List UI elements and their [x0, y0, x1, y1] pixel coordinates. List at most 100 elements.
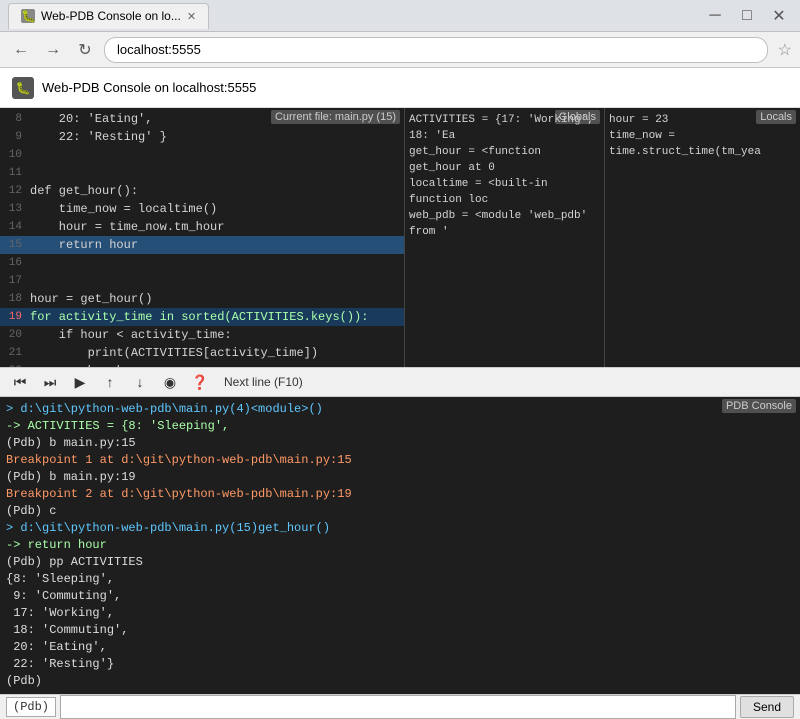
refresh-button[interactable]: ↻: [72, 37, 98, 63]
line-number: 13: [2, 200, 30, 218]
step-out-button[interactable]: ↑: [96, 368, 124, 396]
globals-line: localtime = <built-in function loc: [409, 176, 600, 208]
app-header: 🐛 Web-PDB Console on localhost:5555: [0, 68, 800, 108]
globals-line: web_pdb = <module 'web_pdb' from ': [409, 208, 600, 240]
console-line: Breakpoint 2 at d:\git\python-web-pdb\ma…: [6, 486, 794, 503]
app-icon: 🐛: [12, 77, 34, 99]
line-text: break: [30, 362, 402, 367]
console-line: (Pdb): [6, 673, 794, 690]
browser-titlebar: 🐛 Web-PDB Console on lo... ✕ ─ □ ✕: [0, 0, 800, 32]
code-line: 20 if hour < activity_time:: [0, 326, 404, 344]
console-line: Breakpoint 1 at d:\git\python-web-pdb\ma…: [6, 452, 794, 469]
app-title: Web-PDB Console on localhost:5555: [42, 80, 256, 95]
console-line: (Pdb) b main.py:19: [6, 469, 794, 486]
pdb-prompt-label: (Pdb): [6, 697, 56, 717]
line-text: def get_hour():: [30, 182, 402, 200]
locals-panel[interactable]: Locals hour = 23time_now = time.struct_t…: [605, 108, 800, 367]
code-line: 10: [0, 146, 404, 164]
code-panels-row: Current file: main.py (15) 8 20: 'Eating…: [0, 108, 800, 368]
tab-close-icon[interactable]: ✕: [187, 10, 196, 23]
console-line: (Pdb) b main.py:15: [6, 435, 794, 452]
line-text: if hour < activity_time:: [30, 326, 402, 344]
line-number: 21: [2, 344, 30, 362]
line-number: 9: [2, 128, 30, 146]
step-first-button[interactable]: ⏮: [6, 368, 34, 396]
close-button[interactable]: ✕: [766, 3, 792, 29]
send-button[interactable]: Send: [740, 696, 794, 718]
code-line: 16: [0, 254, 404, 272]
code-line: 17: [0, 272, 404, 290]
line-number: 8: [2, 110, 30, 128]
locals-label: Locals: [756, 110, 796, 124]
back-button[interactable]: ←: [8, 37, 34, 63]
code-line: 13 time_now = localtime(): [0, 200, 404, 218]
help-button[interactable]: ❓: [186, 368, 214, 396]
line-number: 12: [2, 182, 30, 200]
browser-controls: ← → ↻ ☆: [0, 32, 800, 68]
line-text: time_now = localtime(): [30, 200, 402, 218]
tab-favicon: 🐛: [21, 9, 35, 23]
tab-title: Web-PDB Console on lo...: [41, 9, 181, 23]
line-number: 20: [2, 326, 30, 344]
forward-button[interactable]: →: [40, 37, 66, 63]
address-bar[interactable]: [104, 37, 768, 63]
console-label: PDB Console: [722, 399, 796, 413]
code-line: 18hour = get_hour(): [0, 290, 404, 308]
line-text: print(ACTIVITIES[activity_time]): [30, 344, 402, 362]
code-line: 22 break: [0, 362, 404, 367]
console-line: > d:\git\python-web-pdb\main.py(15)get_h…: [6, 520, 794, 537]
line-text: return hour: [30, 236, 402, 254]
code-line: 9 22: 'Resting' }: [0, 128, 404, 146]
pdb-console-area: PDB Console > d:\git\python-web-pdb\main…: [0, 397, 800, 694]
maximize-button[interactable]: □: [734, 3, 760, 29]
console-line: 9: 'Commuting',: [6, 588, 794, 605]
step-button[interactable]: ⏭: [36, 368, 64, 396]
console-line: {8: 'Sleeping',: [6, 571, 794, 588]
panels-area: Current file: main.py (15) 8 20: 'Eating…: [0, 108, 800, 620]
console-line: 17: 'Working',: [6, 605, 794, 622]
globals-label: Globals: [555, 110, 600, 124]
toolbar: ⏮ ⏭ ▶ ↑ ↓ ◉ ❓ Next line (F10): [0, 368, 800, 397]
console-line: 22: 'Resting'}: [6, 656, 794, 673]
console-line: (Pdb) c: [6, 503, 794, 520]
console-line: -> ACTIVITIES = {8: 'Sleeping',: [6, 418, 794, 435]
line-number: 16: [2, 254, 30, 272]
console-line: 18: 'Commuting',: [6, 622, 794, 639]
console-input-bar: (Pdb) Send: [0, 694, 800, 719]
globals-line: get_hour = <function get_hour at 0: [409, 144, 600, 176]
line-text: hour = get_hour(): [30, 290, 402, 308]
main-content: Current file: main.py (15) 8 20: 'Eating…: [0, 108, 800, 620]
globals-content: ACTIVITIES = {17: 'Working', 18: 'Eaget_…: [405, 108, 604, 244]
code-line: 14 hour = time_now.tm_hour: [0, 218, 404, 236]
console-line: -> return hour: [6, 537, 794, 554]
browser-tab[interactable]: 🐛 Web-PDB Console on lo... ✕: [8, 3, 209, 29]
line-text: [30, 272, 402, 290]
globals-panel[interactable]: Globals ACTIVITIES = {17: 'Working', 18:…: [405, 108, 605, 367]
continue-button[interactable]: ▶: [66, 368, 94, 396]
console-input[interactable]: [60, 695, 736, 719]
code-editor-panel[interactable]: Current file: main.py (15) 8 20: 'Eating…: [0, 108, 405, 367]
line-number: 19: [2, 308, 30, 326]
console-output: > d:\git\python-web-pdb\main.py(4)<modul…: [0, 397, 800, 694]
console-line: > d:\git\python-web-pdb\main.py(4)<modul…: [6, 401, 794, 418]
code-line: 15 return hour: [0, 236, 404, 254]
line-text: [30, 146, 402, 164]
line-text: [30, 254, 402, 272]
line-number: 14: [2, 218, 30, 236]
line-number: 22: [2, 362, 30, 367]
line-text: 22: 'Resting' }: [30, 128, 402, 146]
locals-line: time_now = time.struct_time(tm_yea: [609, 128, 796, 160]
breakpoint-button[interactable]: ◉: [156, 368, 184, 396]
console-line: (Pdb) pp ACTIVITIES: [6, 554, 794, 571]
code-line: 11: [0, 164, 404, 182]
code-panel-label: Current file: main.py (15): [271, 110, 400, 124]
bookmark-icon[interactable]: ☆: [778, 40, 792, 60]
line-text: for activity_time in sorted(ACTIVITIES.k…: [30, 308, 402, 326]
step-down-button[interactable]: ↓: [126, 368, 154, 396]
line-number: 11: [2, 164, 30, 182]
line-number: 17: [2, 272, 30, 290]
minimize-button[interactable]: ─: [702, 3, 728, 29]
next-line-label: Next line (F10): [216, 375, 311, 389]
line-number: 15: [2, 236, 30, 254]
line-text: hour = time_now.tm_hour: [30, 218, 402, 236]
